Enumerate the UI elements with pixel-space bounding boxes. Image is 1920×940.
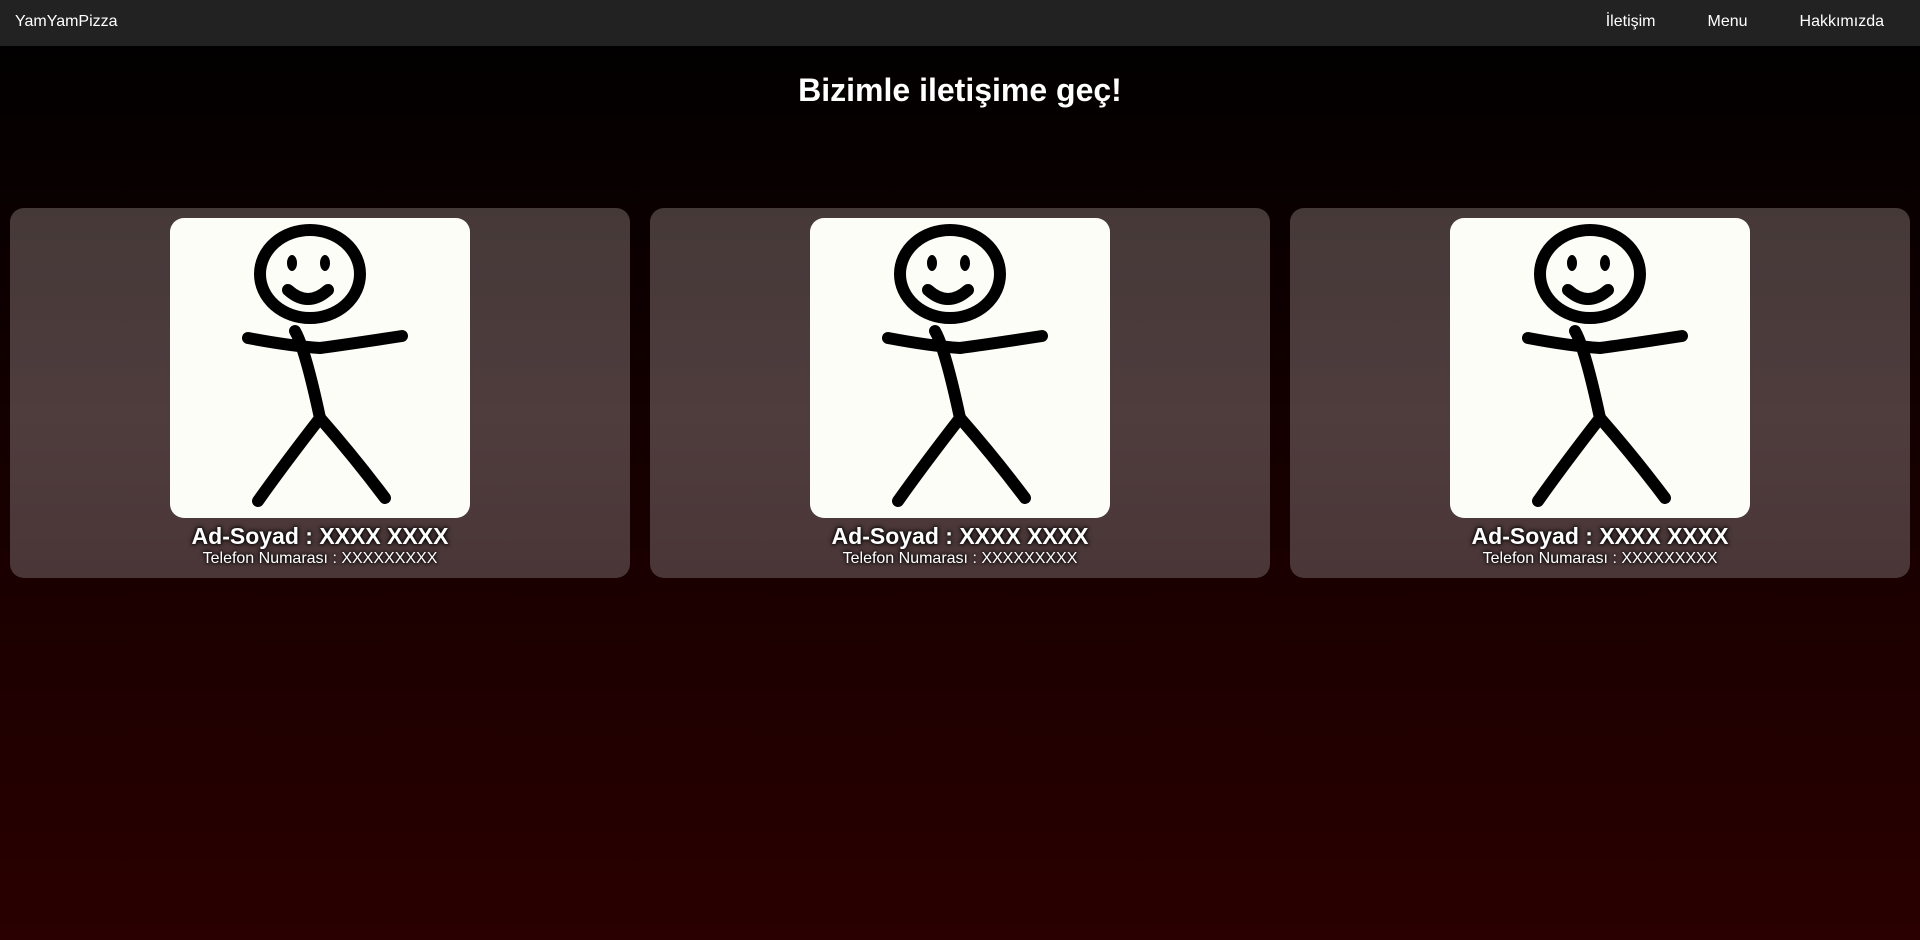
contact-cards: Ad-Soyad : XXXX XXXX Telefon Numarası : … [10, 208, 1910, 578]
stick-figure-icon [170, 218, 470, 518]
person-phone: Telefon Numarası : XXXXXXXXX [1482, 550, 1718, 567]
contact-card: Ad-Soyad : XXXX XXXX Telefon Numarası : … [10, 208, 630, 578]
brand-link[interactable]: YamYamPizza [15, 0, 118, 44]
nav-link-hakkimizda[interactable]: Hakkımızda [1774, 0, 1920, 44]
person-phone: Telefon Numarası : XXXXXXXXX [842, 550, 1078, 567]
person-name: Ad-Soyad : XXXX XXXX [1471, 523, 1729, 549]
person-name: Ad-Soyad : XXXX XXXX [831, 523, 1089, 549]
contact-card: Ad-Soyad : XXXX XXXX Telefon Numarası : … [650, 208, 1270, 578]
stick-figure-drawing [1522, 224, 1688, 507]
person-phone: Telefon Numarası : XXXXXXXXX [202, 550, 438, 567]
person-name: Ad-Soyad : XXXX XXXX [191, 523, 449, 549]
nav-link-menu[interactable]: Menu [1682, 0, 1774, 44]
stick-figure-drawing [882, 224, 1048, 507]
page-title: Bizimle iletişime geç! [798, 72, 1122, 108]
nav-links: İletişim Menu Hakkımızda [1580, 0, 1920, 44]
contact-card: Ad-Soyad : XXXX XXXX Telefon Numarası : … [1290, 208, 1910, 578]
navbar: YamYamPizza İletişim Menu Hakkımızda [0, 0, 1920, 46]
stick-figure-drawing [242, 224, 408, 507]
stick-figure-icon [810, 218, 1110, 518]
stick-figure-icon [1450, 218, 1750, 518]
nav-link-iletisim[interactable]: İletişim [1580, 0, 1682, 44]
